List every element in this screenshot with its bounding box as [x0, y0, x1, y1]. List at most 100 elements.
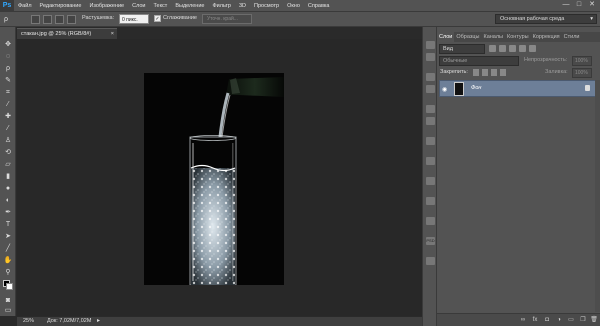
zoom-tool-icon[interactable]: ⚲	[3, 269, 13, 277]
brush-presets-panel-icon[interactable]	[426, 117, 435, 125]
move-tool-icon[interactable]: ✥	[3, 41, 13, 49]
app-logo[interactable]: Ps	[0, 0, 14, 12]
workspace-select[interactable]: Основная рабочая среда ▾	[495, 14, 597, 24]
tab-paths[interactable]: Контуры	[505, 32, 531, 42]
gradient-tool-icon[interactable]: ▮	[3, 173, 13, 181]
lock-transparency-icon[interactable]	[473, 69, 479, 76]
pen-tool-icon[interactable]: ✒	[3, 209, 13, 217]
type-filter-icon[interactable]	[509, 45, 516, 52]
smart-object-filter-icon[interactable]	[529, 45, 536, 52]
fill-input[interactable]: 100%	[572, 68, 592, 78]
tab-layers[interactable]: Слои	[437, 32, 455, 42]
lock-pixels-icon[interactable]	[482, 69, 488, 76]
adjustment-filter-icon[interactable]	[499, 45, 506, 52]
layer-name[interactable]: Фон	[471, 85, 481, 91]
link-layers-icon[interactable]: ∞	[519, 317, 527, 324]
status-menu-arrow-icon[interactable]: ▸	[97, 317, 100, 324]
actions-panel-icon[interactable]	[426, 177, 435, 185]
add-selection-icon[interactable]	[43, 15, 52, 24]
zoom-level[interactable]: 25%	[23, 318, 34, 324]
tab-styles[interactable]: Стили	[562, 32, 582, 42]
menu-3d[interactable]: 3D	[235, 3, 250, 9]
menu-help[interactable]: Справка	[304, 3, 334, 9]
lasso-tool-icon[interactable]: ρ	[3, 65, 13, 73]
quick-select-tool-icon[interactable]: ✎	[3, 77, 13, 85]
layer-row[interactable]: ◉ Фон	[439, 80, 597, 97]
opacity-input[interactable]: 100%	[572, 56, 592, 66]
visibility-eye-icon[interactable]: ◉	[442, 86, 447, 93]
history-panel-icon[interactable]	[426, 41, 435, 49]
close-tab-icon[interactable]: ×	[111, 29, 114, 39]
marquee-tool-icon[interactable]: ◌	[3, 53, 13, 61]
history-brush-tool-icon[interactable]: ⟲	[3, 149, 13, 157]
menu-image[interactable]: Изображение	[85, 3, 128, 9]
properties-panel-icon[interactable]	[426, 53, 435, 61]
layer-filter-row: Вид	[439, 44, 597, 54]
new-selection-icon[interactable]	[31, 15, 40, 24]
menu-view[interactable]: Просмотр	[250, 3, 283, 9]
type-tool-icon[interactable]: T	[3, 221, 13, 229]
tab-swatches[interactable]: Образцы	[454, 32, 481, 42]
eraser-tool-icon[interactable]: ▱	[3, 161, 13, 169]
background-color-swatch[interactable]	[6, 283, 13, 290]
lasso-tool-preset-icon[interactable]: ρ	[4, 15, 13, 24]
psd-panel-icon[interactable]: PSD	[426, 237, 435, 245]
blend-mode-label: Обычные	[443, 58, 468, 64]
pixel-filter-icon[interactable]	[489, 45, 496, 52]
subtract-selection-icon[interactable]	[55, 15, 64, 24]
tool-presets-panel-icon[interactable]	[426, 197, 435, 205]
menu-type[interactable]: Текст	[149, 3, 171, 9]
minimize-button[interactable]: —	[560, 0, 572, 10]
workspace-label: Основная рабочая среда	[500, 16, 565, 22]
close-window-button[interactable]: ✕	[586, 0, 598, 10]
lock-row: Закрепить: Заливка: 100%	[439, 68, 597, 78]
document-image[interactable]	[144, 73, 284, 285]
refine-edge-button[interactable]: Уточн. край...	[202, 14, 252, 24]
healing-brush-tool-icon[interactable]: ✚	[3, 113, 13, 121]
paragraph-panel-icon[interactable]	[426, 85, 435, 93]
line-tool-icon[interactable]: ╱	[3, 245, 13, 253]
adjustment-layer-icon[interactable]: ◑	[555, 317, 563, 324]
character-panel-icon[interactable]	[426, 73, 435, 81]
lock-all-icon[interactable]	[500, 69, 506, 76]
kind-filter-select[interactable]: Вид	[439, 44, 485, 54]
blend-mode-select[interactable]: Обычные	[439, 56, 519, 66]
hand-tool-icon[interactable]: ✋	[3, 257, 13, 265]
menu-file[interactable]: Файл	[14, 3, 36, 9]
eyedropper-tool-icon[interactable]: ⁄	[3, 101, 13, 109]
crop-tool-icon[interactable]: ⌗	[3, 89, 13, 97]
panel-scrollbar[interactable]	[595, 80, 600, 312]
tab-channels[interactable]: Каналы	[481, 32, 505, 42]
clone-source-panel-icon[interactable]	[426, 137, 435, 145]
document-tab[interactable]: стакан.jpg @ 25% (RGB/8#) ×	[17, 28, 117, 39]
clone-stamp-tool-icon[interactable]: ♙	[3, 137, 13, 145]
feather-input[interactable]: 0 пикс.	[119, 14, 149, 24]
intersect-selection-icon[interactable]	[67, 15, 76, 24]
tab-adjustments[interactable]: Коррекция	[531, 32, 562, 42]
menu-filter[interactable]: Фильтр	[208, 3, 234, 9]
shape-filter-icon[interactable]	[519, 45, 526, 52]
menu-edit[interactable]: Редактирование	[36, 3, 86, 9]
antialias-checkbox[interactable]: ✓	[154, 15, 161, 22]
menu-layers[interactable]: Слои	[128, 3, 149, 9]
brush-panel-icon[interactable]	[426, 105, 435, 113]
add-mask-icon[interactable]: ◘	[543, 317, 551, 324]
new-group-icon[interactable]: ▭	[567, 317, 575, 324]
layer-comps-panel-icon[interactable]	[426, 257, 435, 265]
blur-tool-icon[interactable]: ●	[3, 185, 13, 193]
screen-mode-icon[interactable]: ▭	[3, 307, 13, 315]
3d-panel-icon[interactable]	[426, 217, 435, 225]
menu-window[interactable]: Окно	[283, 3, 304, 9]
path-select-tool-icon[interactable]: ➤	[3, 233, 13, 241]
lock-position-icon[interactable]	[491, 69, 497, 76]
quick-mask-icon[interactable]: ◙	[3, 297, 13, 305]
delete-layer-icon[interactable]: 🗑	[590, 317, 598, 324]
new-layer-icon[interactable]: ❐	[579, 317, 587, 324]
lock-label: Закрепить:	[440, 69, 468, 75]
brush-tool-icon[interactable]: ⁄	[3, 125, 13, 133]
dodge-tool-icon[interactable]: ◐	[3, 197, 13, 205]
layer-style-icon[interactable]: fx	[531, 317, 539, 324]
menu-select[interactable]: Выделение	[171, 3, 208, 9]
maximize-button[interactable]: □	[573, 0, 585, 10]
info-panel-icon[interactable]	[426, 157, 435, 165]
